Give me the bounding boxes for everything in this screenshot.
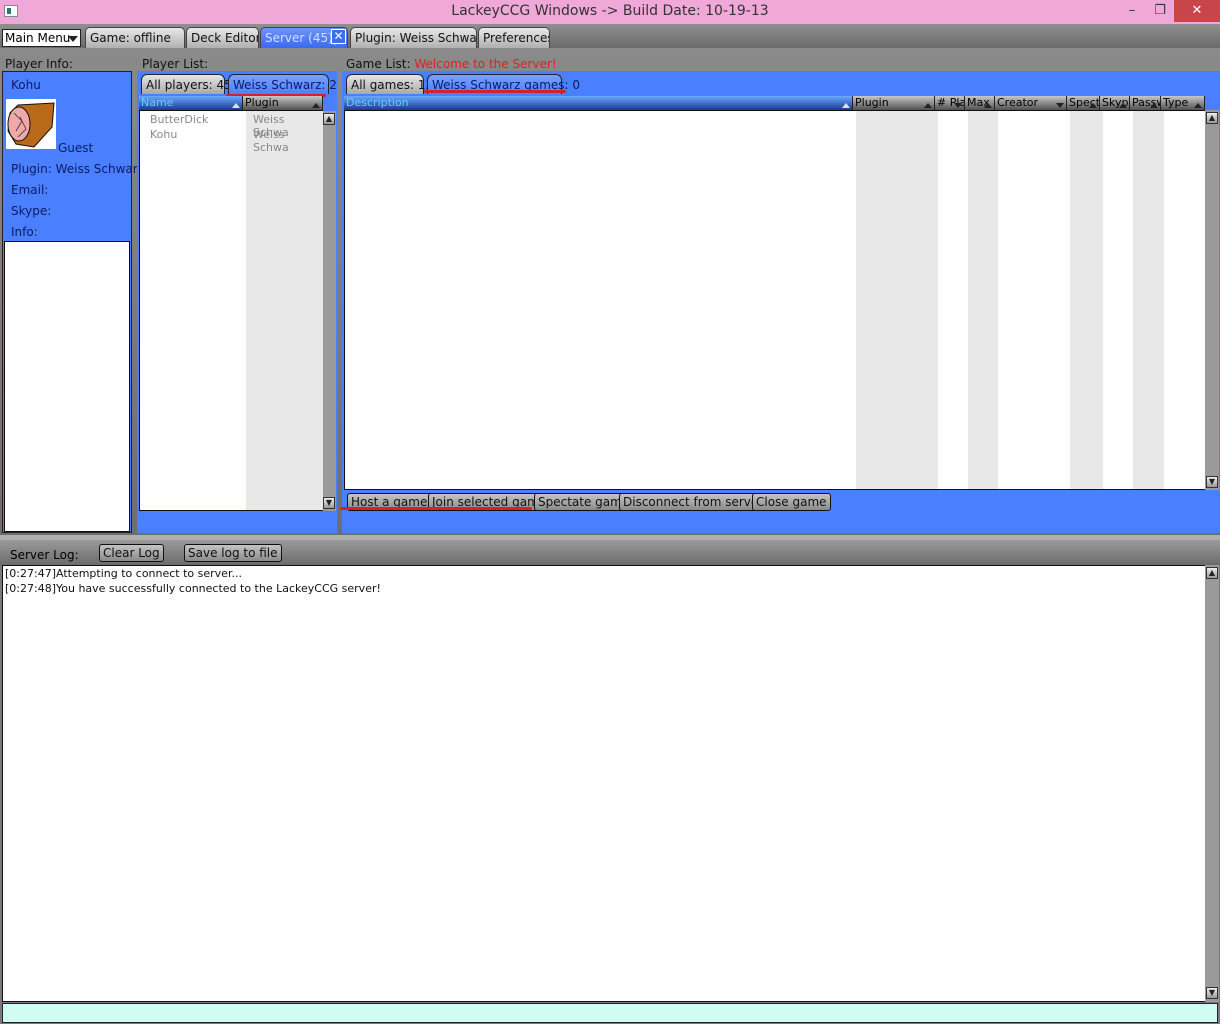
tab-deck-editor[interactable]: Deck Editor	[186, 27, 259, 48]
scroll-down-icon[interactable]: ▼	[323, 497, 335, 509]
player-name: Kohu	[11, 78, 41, 92]
close-game-button[interactable]: Close game	[752, 493, 831, 511]
player-avatar	[6, 99, 56, 149]
player-row-plugin[interactable]: Weiss Schwa	[253, 128, 322, 154]
sort-down-icon	[1056, 103, 1064, 108]
player-list-scrollbar[interactable]: ▲ ▼	[323, 111, 336, 511]
player-info-header: Player Info:	[5, 57, 73, 71]
info-label: Info:	[11, 225, 38, 239]
sort-up-icon	[984, 103, 992, 108]
scroll-up-icon[interactable]: ▲	[1206, 567, 1218, 579]
tab-preferences[interactable]: Preferences	[478, 27, 550, 48]
ham-avatar-icon	[7, 102, 55, 148]
player-list-header: Player List:	[142, 57, 209, 71]
sort-up-icon	[312, 103, 320, 108]
scroll-down-icon[interactable]: ▼	[1206, 476, 1218, 488]
column-shade	[856, 111, 938, 489]
chevron-down-icon	[68, 36, 78, 42]
sort-up-icon	[924, 103, 932, 108]
column-header-skype[interactable]: Skype	[1100, 96, 1130, 110]
column-header-type[interactable]: Type	[1161, 96, 1205, 110]
player-row-name[interactable]: Kohu	[150, 128, 177, 141]
close-window-button[interactable]: ✕	[1174, 0, 1220, 22]
player-plugin: Plugin: Weiss Schwarz	[11, 162, 145, 176]
column-label: Type	[1163, 96, 1189, 109]
restore-button[interactable]: ❐	[1146, 0, 1174, 22]
game-list-label: Game List:	[346, 57, 411, 71]
skype-label: Skype:	[11, 204, 52, 218]
column-header-plugin[interactable]: Plugin	[243, 96, 323, 110]
tab-game[interactable]: Game: offline	[85, 27, 185, 48]
highlight-underline	[340, 507, 532, 510]
sort-up-icon	[1150, 103, 1158, 108]
main-menu-dropdown[interactable]: Main Menu	[2, 29, 81, 47]
server-log-header: Server Log:	[10, 548, 79, 562]
column-label: Creator	[997, 96, 1039, 109]
server-log-toolbar: Server Log: Clear Log Save log to file	[0, 540, 1220, 566]
column-header-max[interactable]: Max	[965, 96, 995, 110]
game-list-header: Game List: Welcome to the Server!	[346, 57, 557, 71]
sort-up-icon	[232, 103, 240, 108]
tab-plugin[interactable]: Plugin: Weiss Schwarz	[350, 27, 477, 48]
column-header-players[interactable]: # Pla	[935, 96, 965, 110]
highlight-underline	[424, 90, 566, 93]
server-log-text: [0:27:47]Attempting to connect to server…	[2, 565, 1206, 1002]
main-menu-label: Main Menu	[5, 31, 71, 45]
minimize-button[interactable]: –	[1118, 0, 1146, 22]
tab-all-games[interactable]: All games: 13	[346, 74, 433, 94]
column-shade	[1133, 111, 1164, 489]
player-info-textarea[interactable]	[4, 241, 130, 532]
close-tab-icon[interactable]: ✕	[331, 29, 346, 44]
sort-up-icon	[1119, 103, 1127, 108]
column-label: Plugin	[855, 96, 889, 109]
main-tab-bar: Main Menu Game: offline Deck Editor Serv…	[0, 24, 1220, 48]
column-label: Description	[346, 96, 409, 109]
column-label: Plugin	[245, 96, 279, 109]
player-status: Guest	[58, 141, 94, 155]
chat-input[interactable]	[2, 1003, 1218, 1023]
scroll-down-icon[interactable]: ▼	[1206, 987, 1218, 999]
sort-down-icon	[954, 103, 962, 108]
column-header-description[interactable]: Description	[344, 96, 853, 110]
column-shade	[1070, 111, 1103, 489]
column-shade	[968, 111, 998, 489]
sort-up-icon	[1194, 103, 1202, 108]
scroll-up-icon[interactable]: ▲	[323, 113, 335, 125]
clear-log-button[interactable]: Clear Log	[99, 544, 164, 562]
column-header-password[interactable]: Passw	[1130, 96, 1161, 110]
sort-up-icon	[842, 103, 850, 108]
log-line: [0:27:47]Attempting to connect to server…	[5, 567, 242, 580]
column-shade	[246, 111, 324, 510]
scroll-up-icon[interactable]: ▲	[1206, 112, 1218, 124]
game-list-table	[344, 110, 1206, 490]
tab-plugin-players[interactable]: Weiss Schwarz: 2	[228, 74, 337, 94]
player-row-name[interactable]: ButterDick	[150, 113, 208, 126]
window-title: LackeyCCG Windows -> Build Date: 10-19-1…	[451, 3, 769, 19]
email-label: Email:	[11, 183, 49, 197]
column-header-creator[interactable]: Creator	[995, 96, 1067, 110]
title-bar: LackeyCCG Windows -> Build Date: 10-19-1…	[0, 0, 1220, 24]
log-line: [0:27:48]You have successfully connected…	[5, 582, 381, 595]
server-log-scrollbar[interactable]: ▲ ▼	[1205, 565, 1219, 1002]
player-info-panel: Kohu Guest Plugin: Weiss Schwarz Email: …	[2, 71, 144, 533]
disconnect-button[interactable]: Disconnect from server	[619, 493, 768, 511]
game-list-scrollbar[interactable]: ▲ ▼	[1205, 110, 1219, 490]
welcome-message: Welcome to the Server!	[414, 57, 557, 71]
column-header-name[interactable]: Name	[139, 96, 243, 110]
column-header-plugin[interactable]: Plugin	[853, 96, 935, 110]
column-header-spectators[interactable]: Specta	[1067, 96, 1100, 110]
save-log-button[interactable]: Save log to file	[184, 544, 282, 562]
tab-all-players[interactable]: All players: 45	[141, 74, 232, 94]
column-label: Name	[141, 96, 174, 109]
sort-up-icon	[1089, 103, 1097, 108]
player-list-table: ButterDick Weiss Schwa Kohu Weiss Schwa	[139, 110, 324, 511]
